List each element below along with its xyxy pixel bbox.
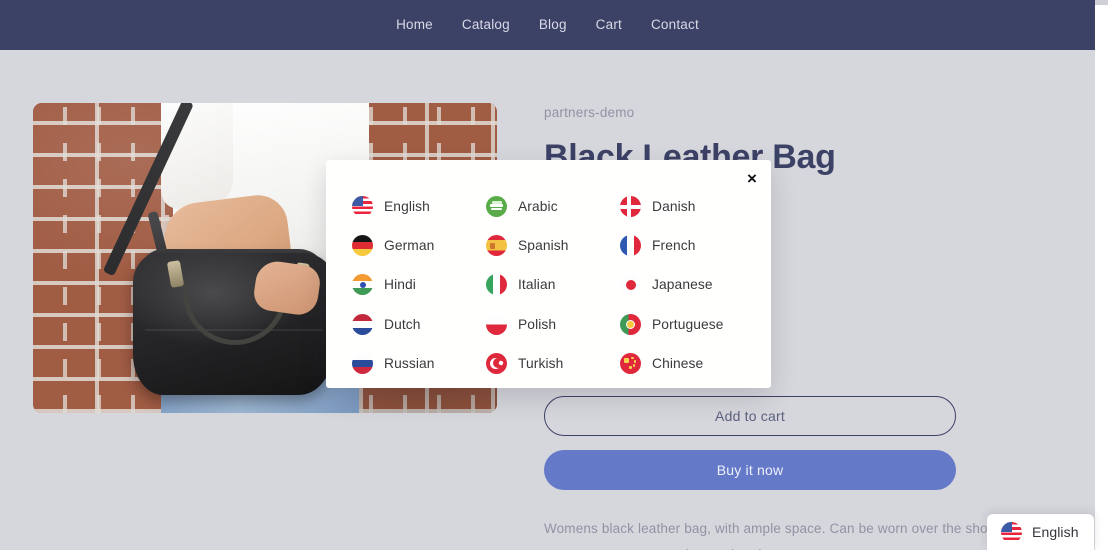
flag-nl-icon <box>352 313 373 335</box>
nav-link-blog[interactable]: Blog <box>539 18 567 32</box>
language-option-chinese[interactable]: Chinese <box>620 348 748 378</box>
flag-cn-icon <box>620 352 641 374</box>
language-option-portuguese[interactable]: Portuguese <box>620 309 748 339</box>
language-switcher-widget[interactable]: English <box>987 514 1094 550</box>
flag-ru-icon <box>352 352 373 374</box>
product-actions: Add to cart Buy it now <box>544 396 956 490</box>
language-option-turkish[interactable]: Turkish <box>486 348 620 378</box>
language-option-label: Italian <box>518 277 556 293</box>
language-option-label: Danish <box>652 199 696 215</box>
flag-jp-icon <box>620 274 641 296</box>
flag-sa-icon <box>486 196 507 218</box>
language-option-hindi[interactable]: Hindi <box>352 270 486 300</box>
flag-de-icon <box>352 235 373 257</box>
language-grid: English Arabic Danish German Spanish French Hi… <box>352 187 748 383</box>
flag-it-icon <box>486 274 507 296</box>
nav-link-cart[interactable]: Cart <box>596 18 622 32</box>
language-option-english[interactable]: English <box>352 192 486 222</box>
language-option-arabic[interactable]: Arabic <box>486 192 620 222</box>
current-language-label: English <box>1032 524 1079 540</box>
language-option-label: Chinese <box>652 355 704 371</box>
language-option-label: English <box>384 199 430 215</box>
flag-us-icon <box>1001 521 1022 543</box>
flag-dk-icon <box>620 196 641 218</box>
nav-link-contact[interactable]: Contact <box>651 18 699 32</box>
model-sleeve <box>161 103 233 209</box>
scrollbar-thumb[interactable] <box>1095 0 1108 5</box>
language-option-label: Japanese <box>652 277 713 293</box>
language-selection-modal: × English Arabic Danish German Spanish French… <box>326 160 771 388</box>
browser-viewport: Home Catalog Blog Cart Contact partners-demo… <box>0 0 1108 550</box>
language-option-russian[interactable]: Russian <box>352 348 486 378</box>
language-option-polish[interactable]: Polish <box>486 309 620 339</box>
language-option-label: Spanish <box>518 238 569 254</box>
language-option-italian[interactable]: Italian <box>486 270 620 300</box>
flag-us-icon <box>352 196 373 218</box>
flag-fr-icon <box>620 235 641 257</box>
language-option-french[interactable]: French <box>620 231 748 261</box>
language-option-label: Portuguese <box>652 316 724 332</box>
language-option-japanese[interactable]: Japanese <box>620 270 748 300</box>
flag-es-icon <box>486 235 507 257</box>
vertical-scrollbar[interactable] <box>1095 0 1108 550</box>
product-description: Womens black leather bag, with ample spa… <box>544 521 1038 550</box>
language-option-danish[interactable]: Danish <box>620 192 748 222</box>
language-option-label: Dutch <box>384 316 421 332</box>
nav-link-catalog[interactable]: Catalog <box>462 18 510 32</box>
language-option-label: French <box>652 238 696 254</box>
language-option-label: Polish <box>518 316 557 332</box>
nav-link-home[interactable]: Home <box>396 18 433 32</box>
language-option-label: Hindi <box>384 277 416 293</box>
language-option-german[interactable]: German <box>352 231 486 261</box>
language-option-label: German <box>384 238 435 254</box>
flag-pt-icon <box>620 313 641 335</box>
language-option-label: Arabic <box>518 199 558 215</box>
flag-pl-icon <box>486 313 507 335</box>
flag-in-icon <box>352 274 373 296</box>
model-hand <box>251 258 323 318</box>
flag-tr-icon <box>486 352 507 374</box>
language-option-label: Russian <box>384 355 435 371</box>
language-option-spanish[interactable]: Spanish <box>486 231 620 261</box>
add-to-cart-button[interactable]: Add to cart <box>544 396 956 436</box>
product-vendor: partners-demo <box>544 105 635 120</box>
main-navigation: Home Catalog Blog Cart Contact <box>396 18 699 32</box>
site-header: Home Catalog Blog Cart Contact <box>0 0 1095 50</box>
language-option-label: Turkish <box>518 355 564 371</box>
language-option-dutch[interactable]: Dutch <box>352 309 486 339</box>
buy-it-now-button[interactable]: Buy it now <box>544 450 956 490</box>
